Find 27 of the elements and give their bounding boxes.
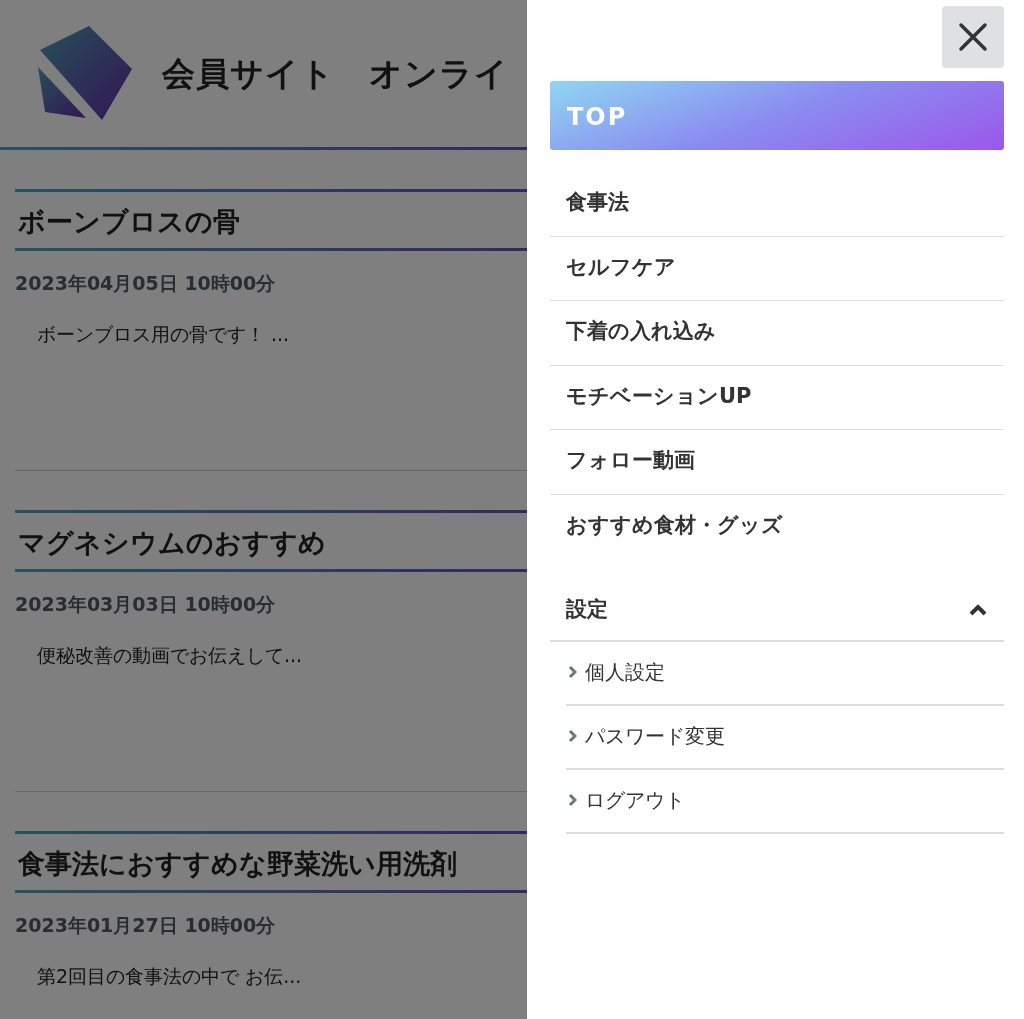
article-excerpt: 便秘改善の動画でお伝えして... [36,642,304,668]
menu-item[interactable]: フォロー動画 [550,430,1004,495]
logo-icon [38,25,134,122]
article-date: 2023年01月27日 10時00分 [15,913,277,939]
article-title[interactable]: ボーンブロスの骨 [15,189,527,252]
article-excerpt: ボーンブロス用の骨です！ ... [36,321,291,347]
chevron-icon [568,664,577,679]
menu-item[interactable]: おすすめ食材・グッズ [550,494,1004,558]
article-date: 2023年03月03日 10時00分 [15,592,277,618]
settings-toggle[interactable]: 設定 [550,580,1004,642]
submenu-item[interactable]: 個人設定 [566,641,1004,706]
chevron-icon [568,728,577,743]
article-date: 2023年04月05日 10時00分 [15,271,277,297]
article-title[interactable]: マグネシウムのおすすめ [15,510,527,573]
submenu-item[interactable]: ログアウト [566,769,1004,834]
menu-item[interactable]: 下着の入れ込み [550,301,1004,366]
close-button[interactable] [942,6,1004,68]
close-icon [958,22,988,52]
submenu-item[interactable]: パスワード変更 [566,705,1004,770]
chevron-icon [568,792,577,807]
article-excerpt: 第2回目の食事法の中で お伝... [36,963,303,989]
article-title[interactable]: 食事法におすすめな野菜洗い用洗剤 [15,831,527,894]
backdrop-overlay[interactable] [0,0,527,1019]
menu-item[interactable]: モチベーションUP [550,365,1004,430]
menu-item[interactable]: 食事法 [550,172,1004,237]
menu-item[interactable]: セルフケア [550,236,1004,301]
site-title: 会員サイト オンライ [162,52,509,95]
